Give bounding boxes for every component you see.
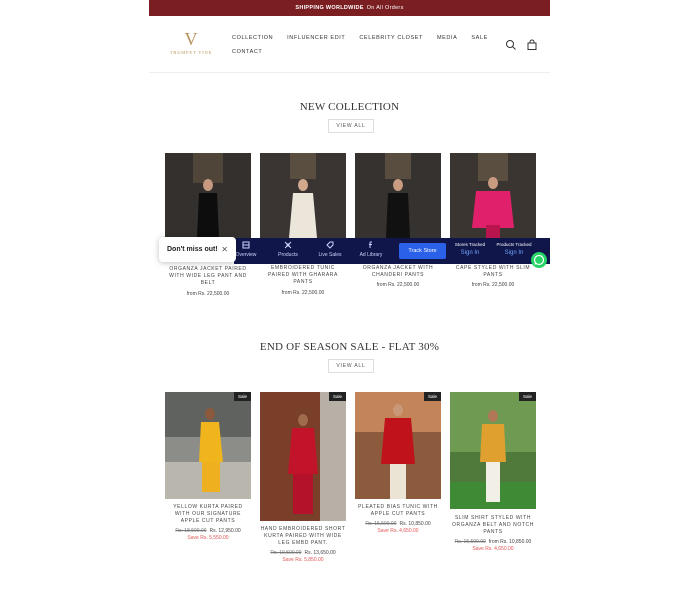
- nav-sale[interactable]: SALE: [471, 35, 487, 41]
- ext-ad-library-label: Ad Library: [359, 252, 383, 258]
- new-collection-title: NEW COLLECTION: [299, 101, 400, 113]
- product-price: from Rs. 22,500.00: [186, 291, 230, 297]
- tag-icon: [326, 241, 334, 249]
- savings-text: Save Rs. 5,550.00: [187, 535, 229, 541]
- overview-icon: [242, 241, 250, 249]
- product-title[interactable]: EMBROIDERED TUNIC PAIRED WITH GHARARA PA…: [260, 265, 346, 286]
- sale-price: Rs. 12,950.00: [209, 528, 241, 534]
- product-price: Rs. 18,500.00 Rs. 12,950.00: [165, 528, 251, 534]
- product-title[interactable]: ORGANZA JACKET WITH CHANDERI PANTS: [355, 265, 441, 279]
- sale-badge: Sale: [424, 392, 441, 401]
- logo-text: TRUMPET VINE: [169, 50, 213, 55]
- sale-section-title: END OF SEASON SALE - FLAT 30%: [259, 341, 440, 353]
- product-title[interactable]: YELLOW KURTA PAIRED WITH OUR SIGNATURE A…: [165, 504, 251, 525]
- product-title[interactable]: HAND EMBROIDERED SHORT KURTA PAIRED WITH…: [260, 526, 346, 547]
- nav-influencer-edit[interactable]: INFLUENCER EDIT: [287, 35, 345, 41]
- product-image[interactable]: Sale: [165, 392, 251, 499]
- products-tracked-stat: Products Tracked Sign In: [494, 242, 534, 256]
- sale-price: Rs. 10,850.00: [399, 521, 431, 527]
- sale-view-all-button[interactable]: VIEW ALL: [328, 359, 374, 373]
- ext-products-tab[interactable]: Products: [271, 241, 305, 258]
- sale-price: from Rs. 10,850.00: [488, 539, 532, 545]
- original-price: Rs. 18,500.00: [175, 528, 207, 534]
- product-image[interactable]: [165, 153, 251, 238]
- products-icon: [284, 241, 292, 249]
- dont-miss-out-toast[interactable]: Don't miss out! ✕: [159, 237, 236, 262]
- ext-products-label: Products: [278, 252, 298, 258]
- ext-overview-label: Overview: [235, 252, 257, 258]
- savings-text: Save Rs. 5,850.00: [282, 557, 324, 563]
- main-nav: COLLECTION INFLUENCER EDIT CELEBRITY CLO…: [232, 31, 492, 59]
- savings-text: Save Rs. 4,650.00: [472, 546, 514, 552]
- nav-celebrity-closet[interactable]: CELEBRITY CLOSET: [359, 35, 423, 41]
- product-price: Rs. 15,500.00 from Rs. 10,850.00: [450, 539, 536, 545]
- ext-ad-library-tab[interactable]: Ad Library: [354, 241, 388, 258]
- promo-bold: SHIPPING WORLDWIDE: [295, 5, 364, 11]
- original-price: Rs. 15,500.00: [454, 539, 486, 545]
- logo-mark: V: [184, 29, 198, 49]
- track-store-button[interactable]: Track Store: [399, 243, 446, 259]
- sale-badge: Sale: [234, 392, 251, 401]
- brand-logo[interactable]: V TRUMPET VINE: [163, 30, 219, 60]
- product-image[interactable]: [355, 153, 441, 238]
- product-image[interactable]: [260, 153, 346, 238]
- product-image[interactable]: Sale: [450, 392, 536, 509]
- product-image[interactable]: [450, 153, 536, 238]
- product-image[interactable]: Sale: [260, 392, 346, 521]
- search-icon[interactable]: [505, 38, 517, 50]
- header-divider: [149, 72, 550, 73]
- product-price: from Rs. 22,500.00: [471, 282, 515, 288]
- close-icon[interactable]: ✕: [221, 245, 228, 254]
- original-price: Rs. 19,500.00: [270, 550, 302, 556]
- extension-toolbar: Overview Products Live Sales Ad Library …: [234, 238, 550, 264]
- ext-live-sales-label: Live Sales: [318, 252, 342, 258]
- sale-badge: Sale: [519, 392, 536, 401]
- sale-badge: Sale: [329, 392, 346, 401]
- original-price: Rs. 15,500.00: [365, 521, 397, 527]
- product-title[interactable]: SLIM SHIRT STYLED WITH ORGANZA BELT AND …: [450, 515, 536, 536]
- product-title[interactable]: ORGANZA JACKET PAIRED WITH WIDE LEG PANT…: [165, 266, 251, 287]
- product-price: Rs. 15,500.00 Rs. 10,850.00: [355, 521, 441, 527]
- product-price: from Rs. 22,500.00: [376, 282, 420, 288]
- new-collection-view-all-button[interactable]: VIEW ALL: [328, 119, 374, 133]
- stores-sign-in-link[interactable]: Sign In: [450, 250, 490, 256]
- promo-text: On All Orders: [366, 5, 404, 11]
- product-title[interactable]: CAPE STYLED WITH SLIM PANTS: [450, 265, 536, 279]
- nav-contact[interactable]: CONTACT: [232, 49, 262, 55]
- product-price: Rs. 19,500.00 Rs. 13,650.00: [260, 550, 346, 556]
- products-tracked-label: Products Tracked: [496, 242, 532, 247]
- ext-live-sales-tab[interactable]: Live Sales: [313, 241, 347, 258]
- nav-collection[interactable]: COLLECTION: [232, 35, 273, 41]
- products-sign-in-link[interactable]: Sign In: [494, 250, 534, 256]
- cart-icon[interactable]: [526, 38, 538, 50]
- facebook-icon: [369, 241, 372, 248]
- promo-bar: SHIPPING WORLDWIDE On All Orders: [149, 0, 550, 16]
- product-title[interactable]: PLEATED BIAS TUNIC WITH APPLE CUT PANTS: [355, 504, 441, 518]
- stores-tracked-label: Stores Tracked: [454, 242, 486, 247]
- whatsapp-button[interactable]: [531, 252, 547, 268]
- savings-text: Save Rs. 4,650.00: [377, 528, 419, 534]
- stores-tracked-stat: Stores Tracked Sign In: [450, 242, 490, 256]
- toast-text: Don't miss out!: [167, 246, 218, 253]
- storefront-page: SHIPPING WORLDWIDE On All Orders V TRUMP…: [149, 0, 550, 605]
- nav-media[interactable]: MEDIA: [437, 35, 457, 41]
- whatsapp-icon: [533, 254, 545, 266]
- sale-price: Rs. 13,650.00: [304, 550, 336, 556]
- product-image[interactable]: Sale: [355, 392, 441, 499]
- product-price: from Rs. 22,500.00: [281, 290, 325, 296]
